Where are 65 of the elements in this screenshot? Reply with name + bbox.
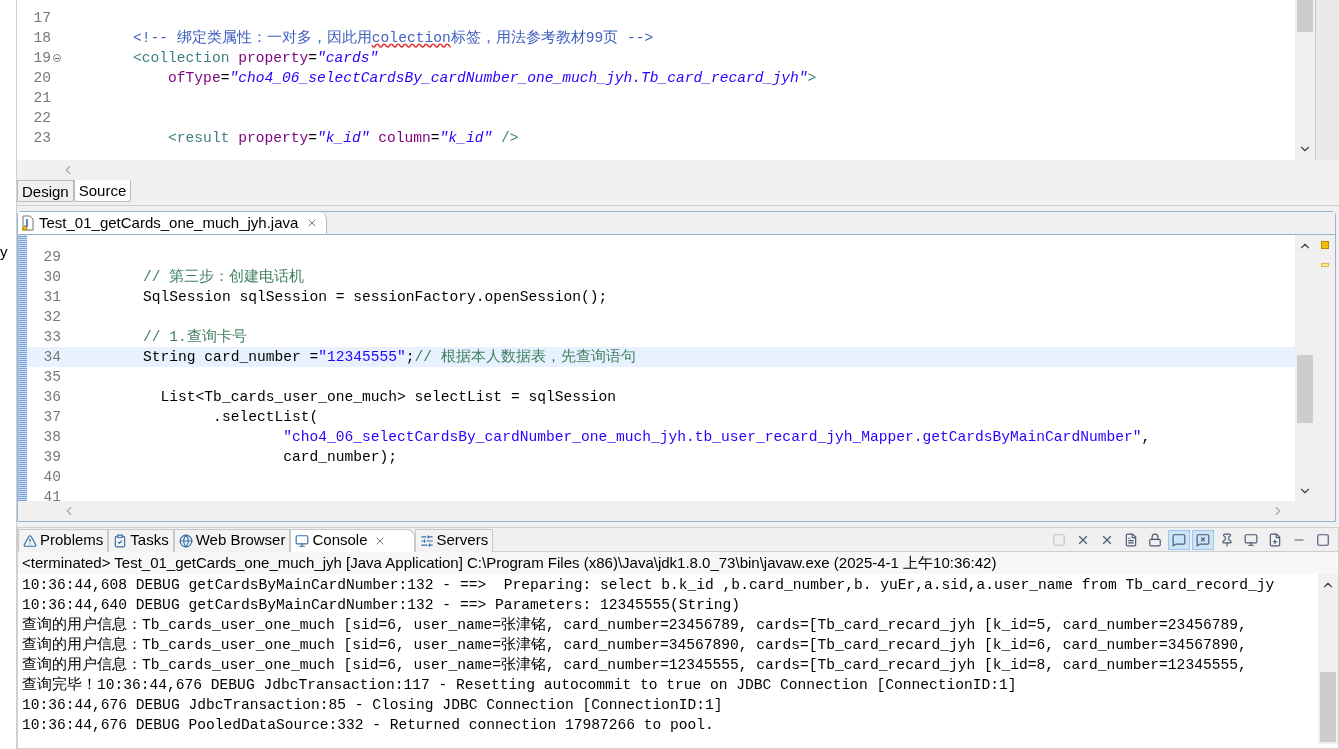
line-number: 41 [42,488,61,501]
console-line: 10:36:44,676 DEBUG PooledDataSource:332 - Returned connection 17987266 to pool. [22,716,714,735]
code-line: // 1.查询卡号 [142,327,247,347]
line-number: 22 [32,109,51,128]
console-line: 10:36:44,640 DEBUG getCardsByMainCardNumber:132 - ==> Parameters: 12345555(String) [22,596,741,615]
console-line: 查询完毕！10:36:44,676 DEBUG JdbcTransaction:117 - Resetting autocommit to true on JDBC Connection [ConnectionID:1] [22,675,1017,695]
view-tab[interactable]: Console [290,528,415,552]
line-number: 30 [42,268,61,287]
line-number: 29 [42,248,61,267]
line-number: 18 [32,29,51,48]
scroll-thumb[interactable] [1297,355,1313,423]
console-line: 查询的用户信息：Tb_cards_user_one_much [sid=6, user_name=张津铭, card_number=34567890, cards=[Tb_card_recard_jyh [k_id=6, card_number=34567890, [22,635,1247,655]
java-file-icon [21,215,35,231]
code-line: SqlSession sqlSession = sessionFactory.openSession(); [142,288,608,307]
editor-tab[interactable]: Source [73,180,132,202]
console-line: 查询的用户信息：Tb_cards_user_one_much [sid=6, user_name=张津铭, card_number=12345555, cards=[Tb_card_recard_jyh [k_id=8, card_number=12345555, [22,655,1247,675]
line-number: 37 [42,408,61,427]
code-line: <collection property="cards" [132,49,379,68]
tab-icon [419,533,434,548]
code-line: "cho4_06_selectCardsBy_cardNumber_one_much_jyh.tb_user_recard_jyh_Mapper.getCardsByMainCardNumber", [282,428,1151,447]
scroll-thumb[interactable] [1297,0,1313,32]
vertical-scrollbar[interactable] [1318,574,1338,744]
tab-icon [178,533,193,548]
tab-icon [295,533,310,548]
code-line: // 第三步：创建电话机 [142,267,305,287]
line-number: 19 [32,49,51,68]
overview-marker[interactable] [1321,263,1329,267]
console-header: <terminated> Test_01_getCards_one_much_jyh [Java Application] C:\Program Files (x86)\Java\jdk1.8.0_73\bin\javaw.exe (2025-4-1 上午10:36:42) [18,552,1338,574]
view-tab[interactable]: Tasks [108,528,174,552]
tab-icon [113,533,128,548]
line-number: 39 [42,448,61,467]
line-number: 21 [32,89,51,108]
code-line: card_number); [282,448,398,467]
speech-bubble-x-icon[interactable] [1192,529,1214,550]
line-number: 35 [42,368,61,387]
console-line: 查询的用户信息：Tb_cards_user_one_much [sid=6, user_name=张津铭, card_number=23456789, cards=[Tb_card_recard_jyh [k_id=5, card_number=23456789, [22,615,1247,635]
line-number: 31 [42,288,61,307]
code-line: String card_number ="12345555";// 根据本人数据表，先查询语句 [142,347,636,367]
code-line: List<Tb_cards_user_one_much> selectList = sqlSession [159,388,616,407]
code-line: .selectList( [212,408,319,427]
vertical-scrollbar[interactable] [1295,0,1315,160]
code-line: <result property="k_id" column="k_id" /> [167,129,519,148]
line-number: 33 [42,328,61,347]
view-tab[interactable]: Web Browser [173,528,291,552]
warning-marker[interactable] [1321,241,1329,249]
line-number: 36 [42,388,61,407]
editor-tab[interactable]: Test_01_getCards_one_much_jyh.java [18,212,328,234]
view-tab[interactable]: Servers [414,528,494,552]
line-number: 40 [42,468,61,487]
code-line: <!-- 绑定类属性：一对多，因此用colection标签，用法参考教材99页 --> [132,28,654,48]
view-tab[interactable]: Problems [18,528,109,552]
code-line: ofType="cho4_06_selectCardsBy_cardNumber_one_much_jyh.Tb_card_recard_jyh"> [167,69,817,88]
editor-tab[interactable]: Design [17,180,74,202]
line-number: 34 [42,348,61,367]
line-number: 38 [42,428,61,447]
line-number: 23 [32,129,51,148]
console-line: 10:36:44,608 DEBUG getCardsByMainCardNumber:132 - ==> Preparing: select b.k_id ,b.card_number,b. yuEr,a.sid,a.user_name from Tb_card_record_jy [22,576,1275,595]
line-number: 32 [42,308,61,327]
speech-bubble-icon[interactable] [1168,529,1190,550]
scroll-thumb[interactable] [1320,672,1336,742]
text-fragment: y [0,243,8,260]
line-number: 17 [32,9,51,28]
tab-icon [23,533,37,548]
line-number: 20 [32,69,51,88]
console-line: 10:36:44,676 DEBUG JdbcTransaction:85 - Closing JDBC Connection [ConnectionID:1] [22,696,723,715]
